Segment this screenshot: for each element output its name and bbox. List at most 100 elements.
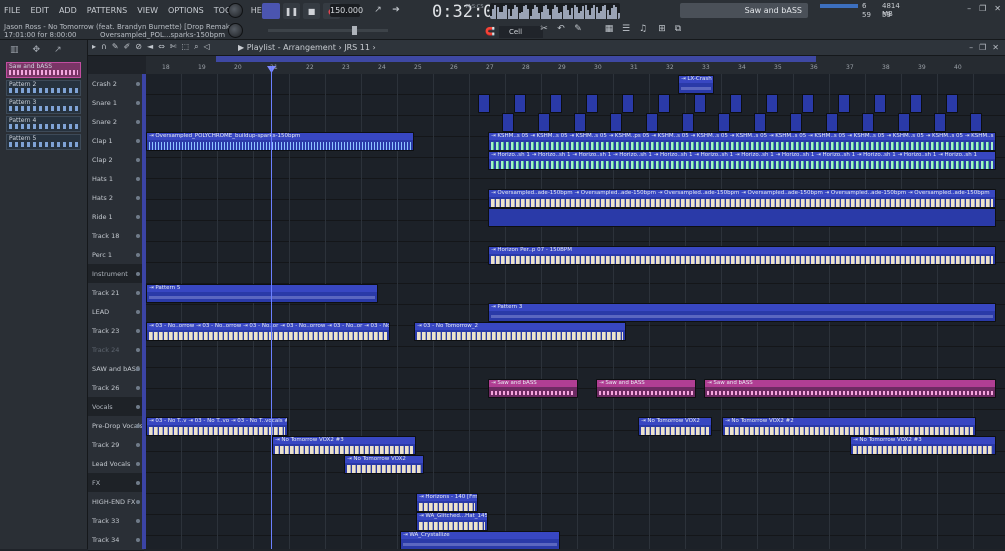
track-mute-indicator[interactable] bbox=[136, 538, 140, 542]
track-header[interactable]: Track 33 bbox=[88, 511, 144, 532]
track-header[interactable]: Track 24 bbox=[88, 340, 144, 361]
master-volume-knob[interactable] bbox=[228, 3, 243, 18]
track-mute-indicator[interactable] bbox=[136, 158, 140, 162]
horizontal-scrollbar[interactable] bbox=[216, 56, 816, 62]
track-mute-indicator[interactable] bbox=[136, 500, 140, 504]
playlist-clip[interactable] bbox=[934, 113, 946, 132]
playlist-clip[interactable]: ⇥ LX-Crash bbox=[678, 75, 714, 94]
mute-icon[interactable]: ◄ bbox=[147, 42, 153, 52]
track-mute-indicator[interactable] bbox=[136, 386, 140, 390]
track-header[interactable]: Track 21 bbox=[88, 283, 144, 304]
track-mute-indicator[interactable] bbox=[136, 82, 140, 86]
playlist-clip[interactable] bbox=[910, 94, 922, 113]
track-header[interactable]: Instrument bbox=[88, 264, 144, 285]
playlist-clip[interactable]: ⇥ Saw and bASS bbox=[704, 379, 996, 398]
pattern-icon[interactable]: ▥ bbox=[10, 45, 19, 55]
plugin-icon[interactable]: ⧉ bbox=[672, 24, 684, 36]
track-mute-indicator[interactable] bbox=[136, 424, 140, 428]
playlist-clip[interactable] bbox=[766, 94, 778, 113]
playlist-clip[interactable] bbox=[718, 113, 730, 132]
track-mute-indicator[interactable] bbox=[136, 462, 140, 466]
cut-icon[interactable]: ✂ bbox=[538, 24, 550, 36]
track-header[interactable]: Snare 2 bbox=[88, 112, 144, 133]
playlist-clip[interactable] bbox=[488, 208, 996, 227]
track-mute-indicator[interactable] bbox=[136, 519, 140, 523]
playlist-clip[interactable] bbox=[550, 94, 562, 113]
menu-options[interactable]: OPTIONS bbox=[168, 6, 204, 15]
zoom-icon[interactable]: ⌕ bbox=[194, 42, 198, 52]
playlist-clip[interactable] bbox=[610, 113, 622, 132]
track-header[interactable]: Track 18 bbox=[88, 226, 144, 247]
track-header[interactable]: Track 34 bbox=[88, 530, 144, 551]
minimize-icon[interactable]: – bbox=[969, 43, 973, 52]
playlist-clip[interactable] bbox=[754, 113, 766, 132]
track-mute-indicator[interactable] bbox=[136, 215, 140, 219]
browser-icon[interactable]: ⊞ bbox=[656, 24, 668, 36]
playlist-clip[interactable] bbox=[478, 94, 490, 113]
undo-icon[interactable]: ↶ bbox=[555, 24, 567, 36]
automation-icon[interactable]: ↗ bbox=[54, 45, 62, 55]
track-header[interactable]: HIGH-END FX bbox=[88, 492, 144, 513]
playlist-clip[interactable]: ⇥ 03 - No..orrow ⇥ 03 - No..orrow ⇥ 03 -… bbox=[146, 322, 390, 341]
master-pitch-knob[interactable] bbox=[228, 23, 243, 38]
track-mute-indicator[interactable] bbox=[136, 329, 140, 333]
close-icon[interactable]: ✕ bbox=[994, 4, 1001, 13]
playlist-clip[interactable] bbox=[622, 94, 634, 113]
minimize-icon[interactable]: – bbox=[967, 4, 971, 13]
track-header[interactable]: Hats 2 bbox=[88, 188, 144, 209]
track-mute-indicator[interactable] bbox=[136, 443, 140, 447]
playlist-clip[interactable] bbox=[898, 113, 910, 132]
slice-icon[interactable]: ✄ bbox=[170, 42, 177, 52]
audio-icon[interactable]: ✥ bbox=[33, 45, 41, 55]
playlist-clip[interactable]: ⇥ Pattern 3 bbox=[488, 303, 996, 322]
play-button[interactable]: ❚❚ bbox=[283, 3, 300, 19]
playlist-clip[interactable]: ⇥ KSHM..s 05 ⇥ KSHM..s 05 ⇥ KSHM..s 05 ⇥… bbox=[488, 132, 996, 151]
maximize-icon[interactable]: ❐ bbox=[979, 4, 986, 13]
pattern-item[interactable]: Pattern 5 bbox=[6, 134, 81, 150]
mixer-icon[interactable]: ▦ bbox=[603, 24, 615, 36]
playlist-clip[interactable]: ⇥ 03 - No T..v ⇥ 03 - No T..vo ⇥ 03 - No… bbox=[146, 417, 288, 436]
track-mute-indicator[interactable] bbox=[136, 291, 140, 295]
playlist-clip[interactable] bbox=[538, 113, 550, 132]
draw-icon[interactable]: ✎ bbox=[112, 42, 119, 52]
track-mute-indicator[interactable] bbox=[136, 177, 140, 181]
playlist-clip[interactable]: ⇥ No Tomorrow VOX2 bbox=[638, 417, 712, 436]
timeline-ruler[interactable]: 1819202122232425262728293031323334353637… bbox=[146, 56, 1005, 74]
track-mute-indicator[interactable] bbox=[136, 481, 140, 485]
track-mute-indicator[interactable] bbox=[136, 196, 140, 200]
playlist-clip[interactable] bbox=[862, 113, 874, 132]
track-mute-indicator[interactable] bbox=[136, 405, 140, 409]
track-mute-indicator[interactable] bbox=[136, 101, 140, 105]
slip-icon[interactable]: ⇔ bbox=[158, 42, 165, 52]
menu-patterns[interactable]: PATTERNS bbox=[87, 6, 127, 15]
playlist-clip[interactable]: ⇥ Oversampled_POLYCHROME_buildup-sparks-… bbox=[146, 132, 414, 151]
track-header[interactable]: Track 23 bbox=[88, 321, 144, 342]
track-header[interactable]: Vocals bbox=[88, 397, 144, 418]
playlist-clip[interactable]: ⇥ WA_Glitched...Hat_145BPM bbox=[416, 512, 488, 531]
maximize-icon[interactable]: ❐ bbox=[979, 43, 986, 52]
playlist-clip[interactable] bbox=[658, 94, 670, 113]
playlist-clip[interactable]: ⇥ 03 - No Tomorrow_2 bbox=[414, 322, 626, 341]
playlist-clip[interactable] bbox=[682, 113, 694, 132]
breadcrumb[interactable]: JRS 11 bbox=[344, 43, 370, 52]
menu-add[interactable]: ADD bbox=[59, 6, 77, 15]
playlist-clip[interactable] bbox=[946, 94, 958, 113]
menu-view[interactable]: VIEW bbox=[137, 6, 158, 15]
track-header[interactable]: Track 29 bbox=[88, 435, 144, 456]
playlist-clip[interactable] bbox=[694, 94, 706, 113]
channel-rack-icon[interactable]: ☰ bbox=[620, 24, 632, 36]
playlist-clip[interactable]: ⇥ No Tomorrow VOX2 #2 bbox=[722, 417, 976, 436]
track-header[interactable]: Perc 1 bbox=[88, 245, 144, 266]
track-header[interactable]: Clap 2 bbox=[88, 150, 144, 171]
paint-icon[interactable]: ✐ bbox=[124, 42, 131, 52]
slider-handle[interactable] bbox=[352, 26, 357, 35]
tempo-display[interactable]: 150.000 bbox=[330, 4, 360, 17]
track-mute-indicator[interactable] bbox=[136, 234, 140, 238]
playlist-clip[interactable] bbox=[970, 113, 982, 132]
playlist-clip[interactable]: ⇥ Pattern 5 bbox=[146, 284, 378, 303]
playlist-clip[interactable] bbox=[874, 94, 886, 113]
track-header[interactable]: Hats 1 bbox=[88, 169, 144, 190]
track-header[interactable]: SAW and bASS bbox=[88, 359, 144, 380]
pattern-song-toggle[interactable] bbox=[262, 3, 280, 19]
snap-selector[interactable]: 🧲 Cell bbox=[485, 25, 543, 38]
